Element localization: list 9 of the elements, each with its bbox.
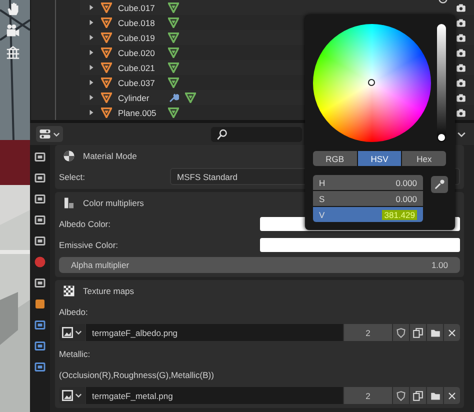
field-label: Albedo Color: [59, 218, 111, 228]
field-label: Emissive Color: [59, 240, 118, 250]
field-label: Metallic: [59, 348, 90, 358]
field-note: (Occlusion(R),Roughness(G),Metallic(B)) [59, 370, 214, 380]
panel-title: Texture maps [83, 286, 134, 296]
field-label: Albedo: [59, 306, 88, 316]
panel-title: Material Mode [83, 151, 137, 161]
field-label: Select: [59, 172, 85, 182]
panel-title: Color multipliers [83, 198, 144, 208]
